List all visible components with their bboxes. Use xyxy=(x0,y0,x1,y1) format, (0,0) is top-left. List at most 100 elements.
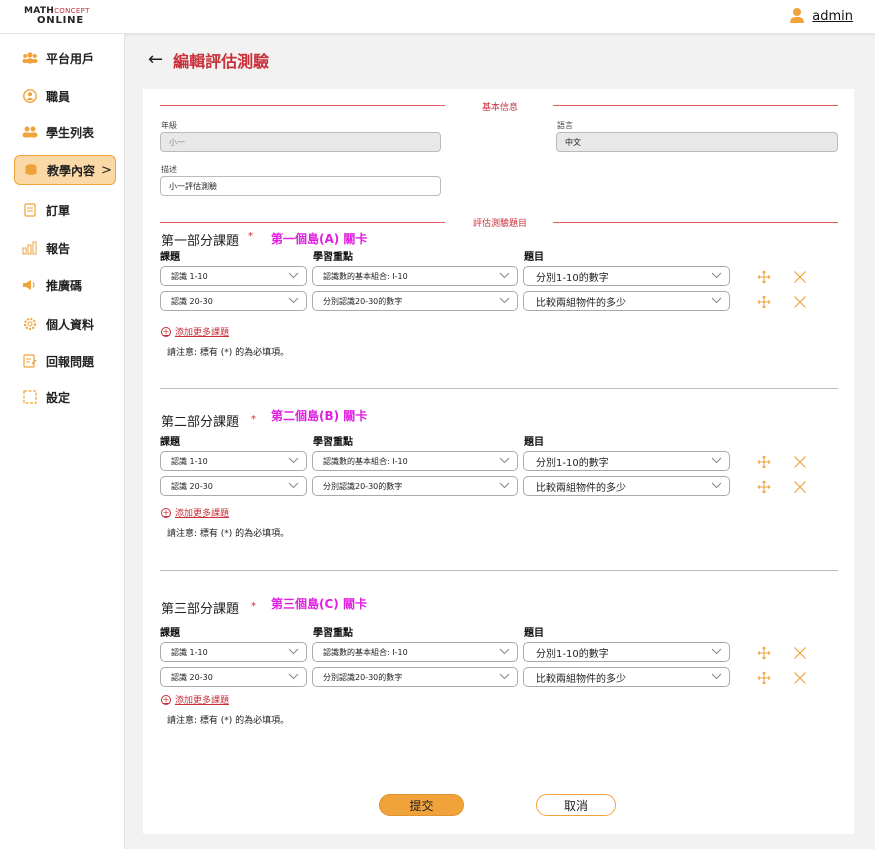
move-icon[interactable] xyxy=(757,454,771,469)
chevron-right-icon: > xyxy=(101,162,112,178)
required-note: 請注意: 標有 (*) 的為必填項。 xyxy=(167,716,290,726)
user-menu[interactable]: admin xyxy=(790,8,853,24)
focus-select[interactable]: 分別認識20-30的數字 xyxy=(312,291,518,311)
sidebar-item-staff[interactable]: 職員 xyxy=(14,81,116,111)
topic-select[interactable]: 認識 1-10 xyxy=(160,266,307,286)
chevron-down-icon xyxy=(288,297,299,304)
col-header-topic: 課題 xyxy=(160,628,180,639)
topic-select[interactable]: 認識 20-30 xyxy=(160,667,307,687)
required-mark: * xyxy=(251,601,256,612)
section-divider-left xyxy=(160,222,445,223)
user-icon xyxy=(790,8,805,24)
report-chart-icon xyxy=(22,240,38,256)
topic-select[interactable]: 認識 1-10 xyxy=(160,451,307,471)
required-mark: * xyxy=(248,231,253,242)
sidebar-item-platform-users[interactable]: 平台用戶 xyxy=(14,43,116,73)
sidebar-item-report-issue[interactable]: 回報問題 xyxy=(14,346,116,376)
plus-circle-icon: + xyxy=(161,694,171,705)
chevron-down-icon xyxy=(499,272,510,279)
close-icon[interactable] xyxy=(793,269,807,283)
staff-icon xyxy=(22,88,38,104)
submit-button[interactable]: 提交 xyxy=(379,794,464,816)
part-divider xyxy=(160,570,838,571)
back-arrow-icon[interactable]: ← xyxy=(148,51,163,69)
add-more-topics-link[interactable]: + 添加更多課題 xyxy=(161,506,229,519)
chevron-down-icon xyxy=(288,457,299,464)
question-select[interactable]: 分別1-10的數字 xyxy=(523,642,730,662)
chevron-down-icon xyxy=(288,272,299,279)
section-divider-left xyxy=(160,105,445,106)
col-header-question: 題目 xyxy=(524,437,544,448)
question-select[interactable]: 比較兩組物件的多少 xyxy=(523,291,730,311)
col-header-focus: 學習重點 xyxy=(313,437,353,448)
sidebar-item-profile[interactable]: 個人資料 xyxy=(14,309,116,339)
sidebar-item-promo-code[interactable]: 推廣碼 xyxy=(14,270,116,300)
close-icon[interactable] xyxy=(793,454,807,468)
top-bar: MATHCONCEPT ONLINE admin xyxy=(0,0,875,34)
focus-select[interactable]: 認識數的基本組合: I-10 xyxy=(312,642,518,662)
topic-select[interactable]: 認識 1-10 xyxy=(160,642,307,662)
focus-select[interactable]: 認識數的基本組合: I-10 xyxy=(312,451,518,471)
required-note: 請注意: 標有 (*) 的為必填項。 xyxy=(167,529,290,539)
sidebar-item-students[interactable]: 學生列表 xyxy=(14,117,116,147)
focus-select[interactable]: 分別認識20-30的數字 xyxy=(312,667,518,687)
close-icon[interactable] xyxy=(793,645,807,659)
sidebar-item-reports[interactable]: 報告 xyxy=(14,233,116,263)
add-more-topics-link[interactable]: + 添加更多課題 xyxy=(161,693,229,706)
move-icon[interactable] xyxy=(757,479,771,494)
language-label: 語言 xyxy=(557,121,573,130)
part-2-title: 第二部分課題 xyxy=(161,415,240,430)
question-select[interactable]: 比較兩組物件的多少 xyxy=(523,667,730,687)
move-icon[interactable] xyxy=(757,670,771,685)
section-divider-right xyxy=(553,222,838,223)
plus-circle-icon: + xyxy=(161,507,171,518)
section-label-questions: 評估測驗題目 xyxy=(472,219,527,229)
chevron-down-icon xyxy=(499,482,510,489)
question-select[interactable]: 比較兩組物件的多少 xyxy=(523,476,730,496)
grade-field[interactable]: 小一 xyxy=(160,132,441,152)
sidebar: 平台用戶 職員 學生列表 教學內容 > 訂單 報告 推廣碼 個人資料 回報問題 … xyxy=(0,34,125,849)
description-label: 描述 xyxy=(161,165,177,174)
add-more-topics-link[interactable]: + 添加更多課題 xyxy=(161,325,229,338)
move-icon[interactable] xyxy=(757,645,771,660)
section-label-basic-info: 基本信息 xyxy=(481,103,518,113)
page-header: ← 編輯評估測驗 xyxy=(148,48,269,72)
col-header-topic: 課題 xyxy=(160,252,180,263)
chevron-down-icon xyxy=(288,482,299,489)
megaphone-icon xyxy=(22,277,38,293)
focus-select[interactable]: 分別認識20-30的數字 xyxy=(312,476,518,496)
topic-select[interactable]: 認識 20-30 xyxy=(160,476,307,496)
part-3-note: 第三個島(C) 關卡 xyxy=(271,597,367,611)
topic-select[interactable]: 認識 20-30 xyxy=(160,291,307,311)
teaching-content-icon xyxy=(23,162,39,178)
sidebar-item-settings[interactable]: 設定 xyxy=(14,382,116,412)
question-select[interactable]: 分別1-10的數字 xyxy=(523,451,730,471)
chevron-down-icon xyxy=(711,673,722,680)
move-icon[interactable] xyxy=(757,269,771,284)
part-divider xyxy=(160,388,838,389)
section-divider-right xyxy=(553,105,838,106)
close-icon[interactable] xyxy=(793,294,807,308)
required-mark: * xyxy=(251,414,256,425)
logo[interactable]: MATHCONCEPT ONLINE xyxy=(24,7,90,26)
move-icon[interactable] xyxy=(757,294,771,309)
settings-frame-icon xyxy=(22,389,38,405)
cancel-button[interactable]: 取消 xyxy=(536,794,616,816)
order-icon xyxy=(22,202,38,218)
close-icon[interactable] xyxy=(793,479,807,493)
students-icon xyxy=(22,124,38,140)
sidebar-item-orders[interactable]: 訂單 xyxy=(14,195,116,225)
part-3-title: 第三部分課題 xyxy=(161,602,240,617)
sidebar-item-teaching-content[interactable]: 教學內容 > xyxy=(14,155,116,185)
user-name-link[interactable]: admin xyxy=(812,9,853,24)
chevron-down-icon xyxy=(288,648,299,655)
close-icon[interactable] xyxy=(793,670,807,684)
question-select[interactable]: 分別1-10的數字 xyxy=(523,266,730,286)
page-title: 編輯評估測驗 xyxy=(173,52,270,71)
chevron-down-icon xyxy=(711,482,722,489)
part-1-note: 第一個島(A) 關卡 xyxy=(271,232,368,246)
chevron-down-icon xyxy=(711,297,722,304)
description-input[interactable]: 小一評估測驗 xyxy=(160,176,441,196)
language-field[interactable]: 中文 xyxy=(556,132,838,152)
focus-select[interactable]: 認識數的基本組合: I-10 xyxy=(312,266,518,286)
